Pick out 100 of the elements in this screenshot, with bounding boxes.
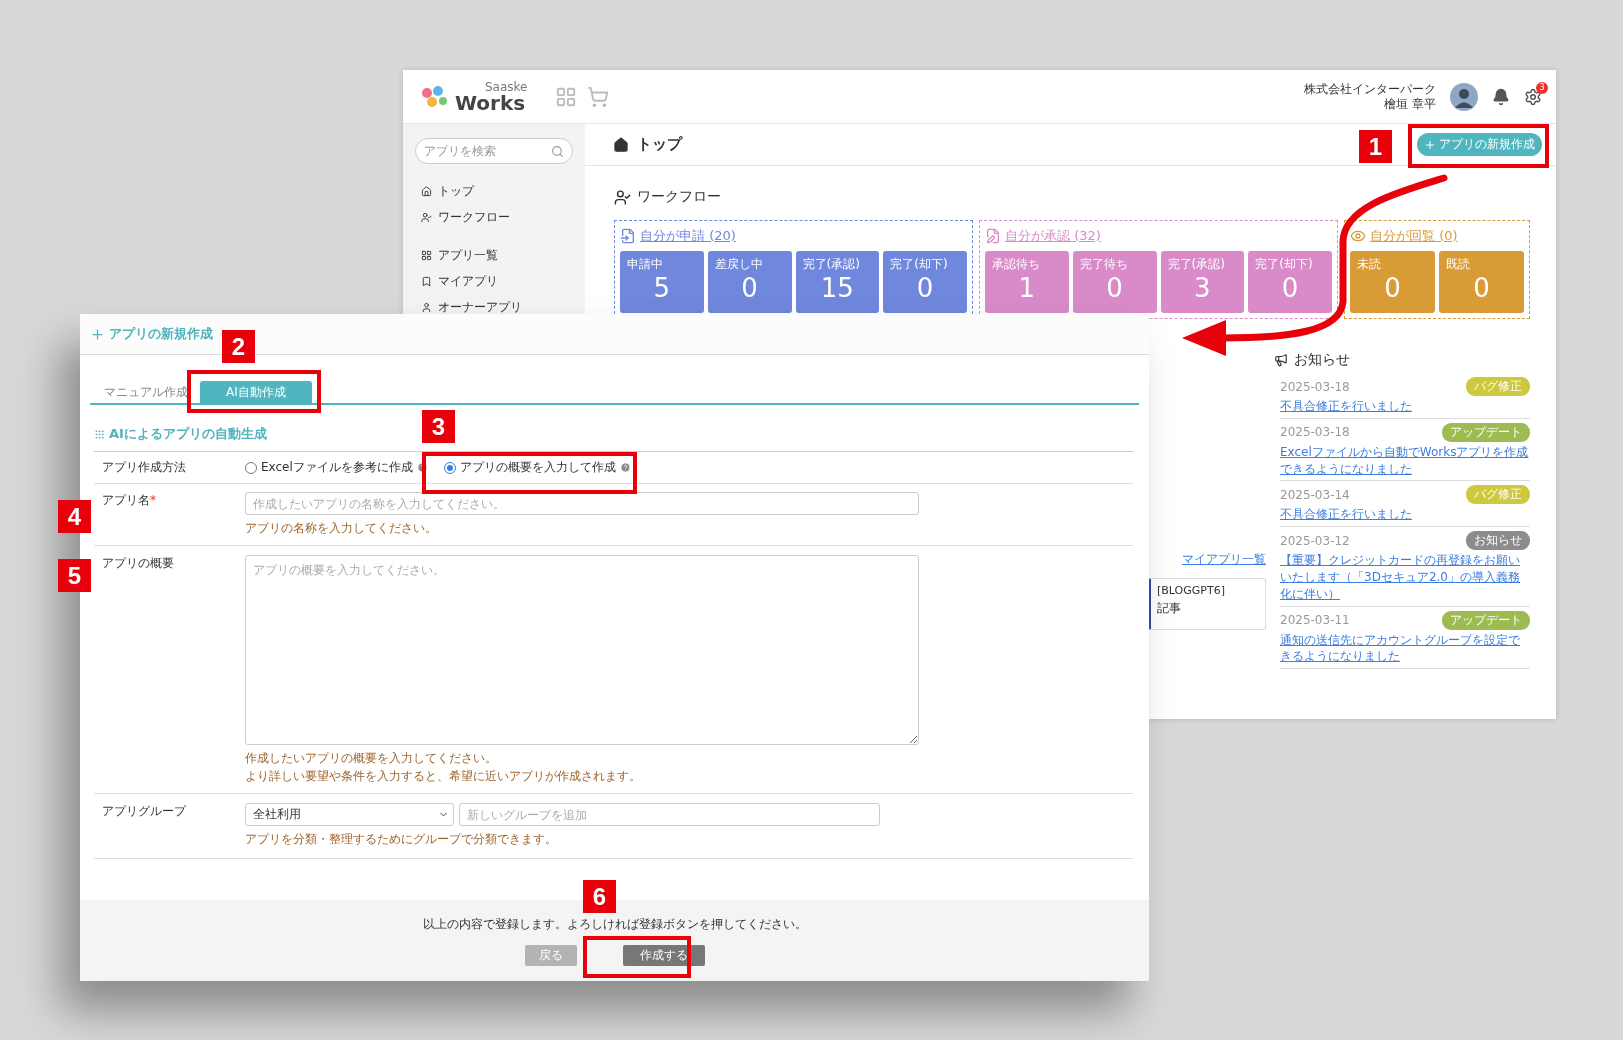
news-link[interactable]: 通知の送信先にアカウントグループを設定できるようになりました [1280,631,1530,666]
tab[interactable]: マニュアル作成 [104,381,188,403]
news-date: 2025-03-11 [1280,613,1350,628]
tile-label: 完了(却下) [890,256,949,273]
sidebar-item[interactable]: ワークフロー [415,204,573,230]
news-date: 2025-03-18 [1280,425,1350,440]
count-tile[interactable]: 完了(却下) 0 [1248,251,1332,313]
radio-label: Excelファイルを参考に作成 [261,459,413,476]
news-tag: バグ修正 [1466,485,1530,505]
tile-count: 5 [652,273,672,303]
sidebar-item[interactable]: トップ [415,178,573,204]
workflow-group-link[interactable]: 自分が回覧 (0) [1350,227,1524,245]
tile-label: 既読 [1446,256,1471,273]
workflow-group-link[interactable]: 自分が承認 (32) [985,227,1332,245]
sidebar-item[interactable]: マイアプリ [415,268,573,294]
step-number: 4 [58,500,91,533]
count-tile[interactable]: 既読 0 [1439,251,1524,313]
news-link[interactable]: Excelファイルから自動でWorksアプリを作成できるようになりました [1280,443,1530,478]
sidebar-item[interactable]: オーナーアプリ [415,294,573,320]
step-number: 6 [583,880,616,913]
count-tile[interactable]: 完了待ち 0 [1072,251,1157,313]
group-select[interactable]: 全社利用 [245,803,454,826]
sidebar-icon [421,185,432,197]
bell-icon[interactable] [1492,87,1510,106]
app-name: [BLOGGPT6] [1157,584,1226,597]
tile-label: 完了(承認) [802,256,861,273]
tile-label: 申請中 [627,256,664,273]
new-app-button[interactable]: アプリの新規作成 [1417,133,1542,156]
company-name: 株式会社インターパーク [1304,81,1436,97]
tile-label: 完了待ち [1079,256,1129,273]
news-link[interactable]: 不具合修正を行いました [1280,506,1530,524]
tile-count: 0 [1280,273,1300,303]
count-tile[interactable]: 差戻し中 0 [707,251,792,313]
app-category: 記事 [1157,600,1182,617]
back-button[interactable]: 戻る [524,945,577,966]
count-tile[interactable]: 完了(承認) 15 [795,251,880,313]
tile-label: 差戻し中 [714,256,764,273]
tile-count: 0 [915,273,935,303]
group-icon [1350,228,1366,244]
tile-count: 0 [1472,273,1491,303]
tile-count: 15 [819,273,855,303]
tile-count: 0 [740,273,759,303]
news-tag: お知らせ [1466,531,1530,551]
tile-label: 完了(承認) [1167,256,1226,273]
sidebar-icon [421,211,432,223]
create-button[interactable]: 作成する [622,945,705,966]
tile-count: 1 [1017,273,1037,303]
news-date: 2025-03-18 [1280,379,1350,394]
new-group-field[interactable]: 新しいグループを追加 [459,803,880,826]
field-label: アプリの概要 [101,555,175,572]
section-title: ワークフロー [614,188,1530,206]
search-field[interactable]: アプリを検索 [415,138,573,164]
count-tile[interactable]: 完了(承認) 3 [1160,251,1245,313]
help-icon[interactable] [619,462,631,473]
tile-count: 3 [1193,273,1212,303]
help-icon[interactable] [416,462,428,473]
count-tile[interactable]: 申請中 5 [620,251,704,313]
sidebar-item[interactable]: アプリ一覧 [415,242,573,268]
logo-text: Works [455,92,526,113]
field-hint: 作成したいアプリの概要を入力してください。 [245,750,498,767]
news-title: お知らせ [1274,351,1530,369]
news-link[interactable]: 不具合修正を行いました [1280,398,1530,415]
plus-icon [90,326,105,342]
news-tag: アップデート [1442,422,1530,442]
radio-option[interactable]: アプリの概要を入力して作成 [443,459,631,476]
footer-message: 以上の内容で登録します。よろしければ登録ボタンを押してください。 [422,916,807,933]
avatar[interactable] [1450,82,1478,111]
summary-field[interactable]: アプリの概要を入力してください。 [245,555,919,745]
page-title: トップ [613,135,682,154]
tile-label: 未読 [1357,256,1382,273]
news-date: 2025-03-14 [1280,487,1350,502]
notification-badge: 3 [1536,81,1548,94]
count-tile[interactable]: 完了(却下) 0 [883,251,967,313]
radio-label: アプリの概要を入力して作成 [459,459,616,476]
tab[interactable]: AI自動作成 [200,381,312,403]
my-apps-link[interactable]: マイアプリ一覧 [1182,551,1266,568]
sidebar-icon [421,249,432,261]
user-check-icon [614,188,631,206]
megaphone-icon [1274,353,1288,367]
app-name-field[interactable]: 作成したいアプリの名称を入力してください。 [245,492,919,515]
news-date: 2025-03-12 [1280,533,1350,548]
step-number: 3 [422,410,455,443]
workflow-group-link[interactable]: 自分が申請 (20) [620,227,967,245]
news-link[interactable]: 【重要】クレジットカードの再登録をお願いいたします（「3Dセキュア2.0」の導入義務化に伴い） [1280,552,1530,603]
settings-icon[interactable] [1524,87,1542,106]
news-tag: バグ修正 [1466,377,1530,396]
count-tile[interactable]: 未読 0 [1350,251,1435,313]
radio-option[interactable]: Excelファイルを参考に作成 [245,459,428,476]
field-hint: アプリの名称を入力してください。 [245,520,438,537]
count-tile[interactable]: 承認待ち 1 [985,251,1069,313]
field-label: アプリ作成方法 [101,459,187,476]
field-label: アプリ名* [101,492,157,509]
sidebar-icon [421,301,432,313]
group-icon [985,228,1001,244]
sidebar-icon [421,275,432,287]
dialog-title: アプリの新規作成 [90,325,213,343]
logo-caption: Saaske [485,80,528,93]
tile-count: 0 [1383,273,1402,303]
tile-count: 0 [1105,273,1124,303]
tile-label: 完了(却下) [1255,256,1314,273]
